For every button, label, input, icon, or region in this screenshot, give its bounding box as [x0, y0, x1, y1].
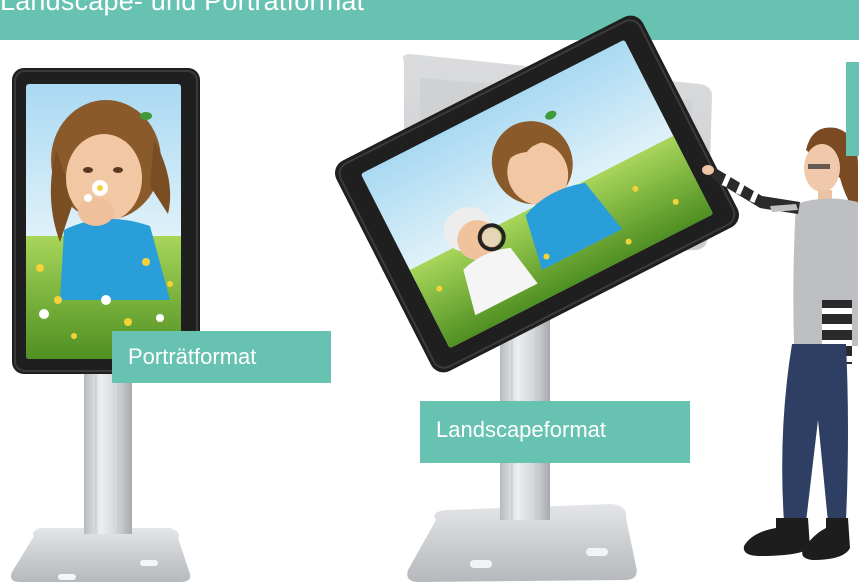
landscape-format-label: Landscapeformat — [420, 401, 690, 463]
landscape-kiosk — [335, 15, 739, 582]
portrait-kiosk — [11, 68, 200, 582]
product-photo — [11, 15, 858, 582]
side-accent-tab — [846, 62, 859, 156]
portrait-format-label: Porträtformat — [112, 331, 331, 383]
